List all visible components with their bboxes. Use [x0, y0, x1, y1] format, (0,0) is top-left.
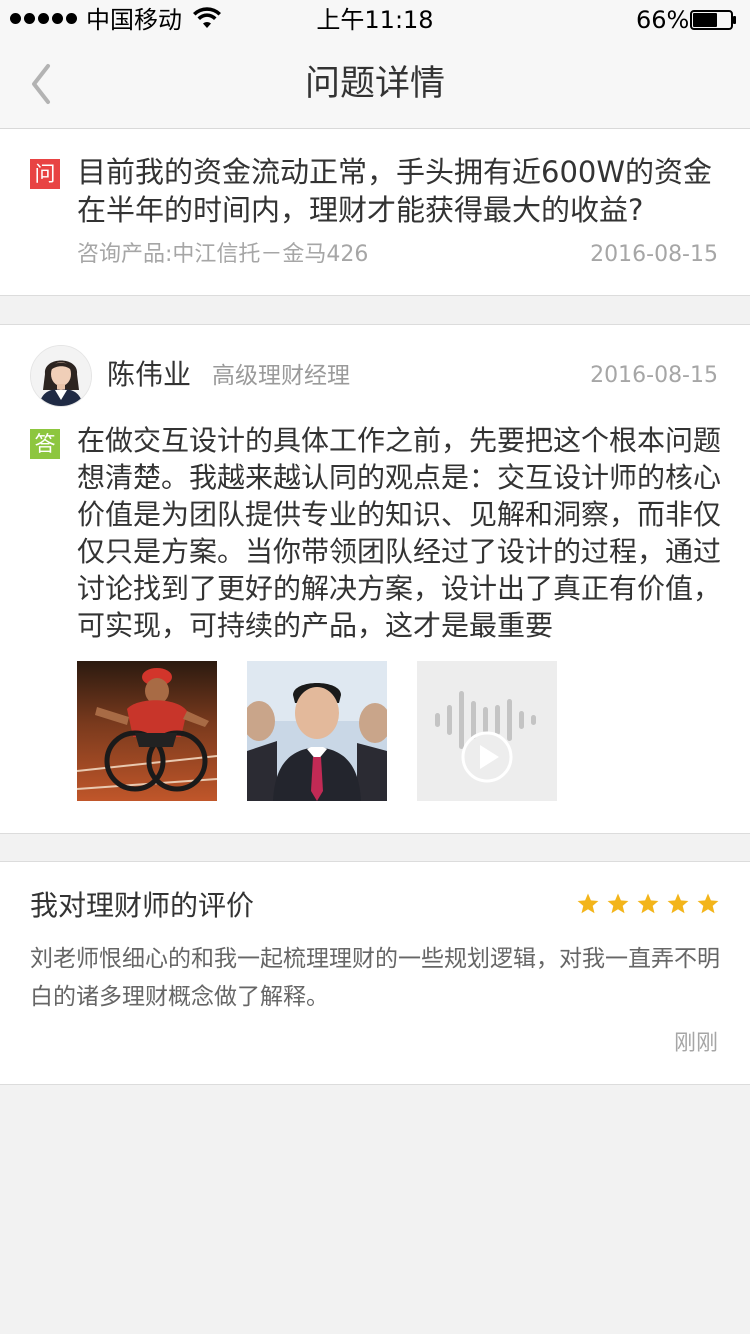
photo-athlete — [77, 661, 217, 801]
review-text: 刘老师恨细心的和我一起梳理理财的一些规划逻辑，对我一直弄不明白的诸多理财概念做了… — [30, 946, 720, 1010]
attachment-image-portrait[interactable] — [247, 661, 387, 801]
advisor-avatar[interactable] — [30, 345, 92, 407]
battery-percent: 66% — [636, 6, 690, 34]
status-bar: 中国移动 上午11:18 66% — [0, 0, 750, 40]
question-badge: 问 — [30, 159, 60, 189]
answer-text: 在做交互设计的具体工作之前，先要把这个根本问题想清楚。我越来越认同的观点是：交互… — [77, 424, 722, 642]
answer-card: 陈伟业 高级理财经理 2016-08-15 答 在做交互设计的具体工作之前，先要… — [0, 324, 750, 834]
question-date: 2016-08-15 — [590, 242, 718, 267]
star-icon — [577, 893, 599, 914]
advisor-avatar-image — [31, 346, 91, 406]
photo-portrait — [247, 661, 387, 801]
page-title: 问题详情 — [304, 64, 445, 104]
answer-date: 2016-08-15 — [590, 363, 718, 388]
question-card: 问 目前我的资金流动正常，手头拥有近600W的资金在半年的时间内，理财才能获得最… — [0, 129, 750, 296]
consult-product-label[interactable]: 咨询产品:中江信托－金马426 — [77, 239, 368, 271]
attachment-audio[interactable] — [417, 661, 557, 801]
question-detail-screen: 中国移动 上午11:18 66% 问题详情 问 目前我的资金流动正常，手头拥有近… — [0, 0, 750, 1334]
advisor-name: 陈伟业 — [107, 358, 192, 391]
battery-icon — [690, 10, 736, 30]
review-time: 刚刚 — [673, 1031, 718, 1056]
rating-stars — [576, 892, 720, 916]
star-icon — [697, 893, 719, 914]
answer-badge: 答 — [30, 429, 60, 459]
attachment-image-athlete[interactable] — [77, 661, 217, 801]
play-icon[interactable] — [417, 661, 557, 801]
review-title: 我对理财师的评价 — [30, 889, 255, 922]
star-icon — [607, 893, 629, 914]
star-icon — [667, 893, 689, 914]
review-card: 我对理财师的评价 刘老师恨细心的和我一起梳理理财的一些规划逻辑，对我一直弄不明白… — [0, 861, 750, 1085]
navigation-bar: 问题详情 — [0, 40, 750, 129]
question-text: 目前我的资金流动正常，手头拥有近600W的资金在半年的时间内，理财才能获得最大的… — [77, 155, 713, 227]
star-icon — [637, 893, 659, 914]
advisor-title: 高级理财经理 — [212, 363, 350, 389]
